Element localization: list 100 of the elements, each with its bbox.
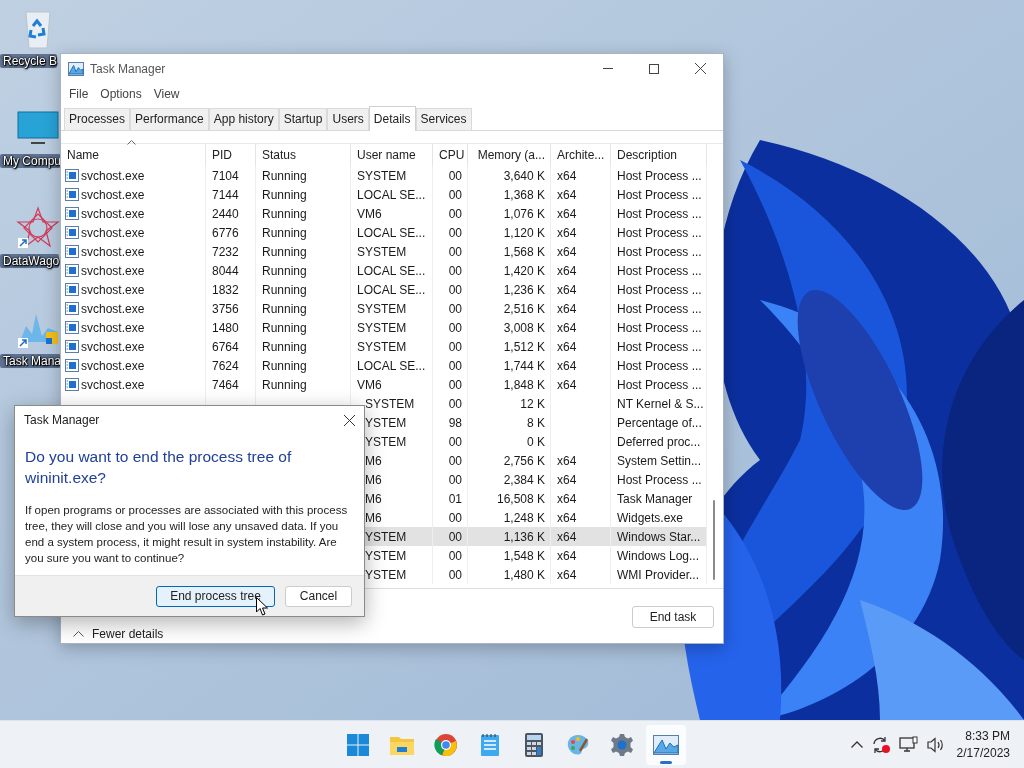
column-header[interactable]: Description <box>611 144 707 166</box>
calculator-icon <box>525 732 543 757</box>
status-text: Running <box>261 376 308 394</box>
tab[interactable]: Processes <box>64 108 131 130</box>
user-name: LOCAL SE... <box>356 357 427 375</box>
scrollbar-thumb[interactable] <box>713 500 715 580</box>
cpu-value: 00 <box>447 395 463 413</box>
cpu-value: 00 <box>447 167 463 185</box>
fewer-details-link[interactable]: Fewer details <box>92 627 164 641</box>
process-name: svchost.exe <box>80 319 146 337</box>
process-name: svchost.exe <box>80 167 146 185</box>
taskbar-app[interactable] <box>646 724 686 765</box>
cpu-value: 00 <box>447 528 463 546</box>
start-icon <box>346 732 370 757</box>
status-text: Running <box>261 300 308 318</box>
cpu-value: 00 <box>447 300 463 318</box>
architecture-value: x64 <box>556 281 578 299</box>
program-icon <box>65 378 79 391</box>
memory-value: 1,744 K <box>502 357 546 375</box>
cpu-value: 00 <box>447 205 463 223</box>
column-header[interactable]: PID <box>206 144 256 166</box>
description-text: Host Process ... <box>616 205 703 223</box>
clock-time[interactable]: 8:33 PM <box>965 727 1010 745</box>
tab[interactable]: Details <box>368 106 416 131</box>
program-icon <box>65 207 79 220</box>
description-text: Host Process ... <box>616 281 703 299</box>
user-name: LOCAL SE... <box>356 262 427 280</box>
user-name: M6 <box>364 490 383 508</box>
confirm-button[interactable]: End process tree <box>156 585 275 607</box>
cancel-button[interactable]: Cancel <box>285 585 352 607</box>
chevron-up-icon[interactable] <box>73 631 84 637</box>
user-name: VM6 <box>356 376 383 394</box>
status-text: Running <box>261 319 308 337</box>
chart-icon <box>68 61 84 76</box>
program-icon <box>65 264 79 277</box>
memory-value: 1,236 K <box>502 281 546 299</box>
architecture-value: x64 <box>556 452 578 470</box>
column-header[interactable]: Memory (a... <box>468 144 551 166</box>
architecture-value: x64 <box>556 224 578 242</box>
tab[interactable]: Performance <box>130 108 209 130</box>
memory-value: 1,512 K <box>502 338 546 356</box>
memory-value: 1,480 K <box>502 566 546 584</box>
cpu-value: 00 <box>447 224 463 242</box>
cpu-value: 00 <box>447 338 463 356</box>
end-task-button[interactable]: End task <box>632 606 714 628</box>
cpu-value: 00 <box>447 566 463 584</box>
column-header[interactable]: CPU <box>433 144 468 166</box>
memory-value: 1,136 K <box>502 528 546 546</box>
description-text: Host Process ... <box>616 243 703 261</box>
status-text: Running <box>261 205 308 223</box>
tab[interactable]: Users <box>327 108 369 130</box>
network-icon[interactable] <box>898 735 919 754</box>
sync-icon[interactable] <box>870 735 891 754</box>
clock-date[interactable]: 2/17/2023 <box>956 744 1010 762</box>
memory-value: 8 K <box>526 414 546 432</box>
process-name: svchost.exe <box>80 205 146 223</box>
desktop-icon-label[interactable]: DataWago <box>0 254 60 268</box>
architecture-value: x64 <box>556 509 578 527</box>
architecture-value: x64 <box>556 262 578 280</box>
process-name: svchost.exe <box>80 300 146 318</box>
tab[interactable]: Startup <box>278 108 328 130</box>
status-text: Running <box>261 167 308 185</box>
tab[interactable]: Services <box>415 108 472 130</box>
window-title: Task Manager <box>90 61 167 76</box>
column-header[interactable]: User name <box>351 144 433 166</box>
maximize-icon <box>649 63 659 74</box>
status-text: Running <box>261 243 308 261</box>
user-name: YSTEM <box>364 433 408 451</box>
cpu-value: 00 <box>447 281 463 299</box>
menu-item[interactable]: Options <box>94 87 148 101</box>
volume-icon[interactable] <box>926 736 945 753</box>
user-name: SYSTEM <box>356 338 408 356</box>
cpu-value: 00 <box>447 471 463 489</box>
palette-icon <box>566 732 590 757</box>
user-name: YSTEM <box>364 528 408 546</box>
user-name: SYSTEM <box>356 319 408 337</box>
pid-value: 2440 <box>211 205 240 223</box>
description-text: Host Process ... <box>616 319 703 337</box>
cpu-value: 00 <box>447 186 463 204</box>
column-header[interactable]: Archite... <box>551 144 611 166</box>
close-icon <box>694 63 706 74</box>
chevron-up-icon[interactable] <box>850 741 863 748</box>
menu-item[interactable]: View <box>147 87 186 101</box>
close-icon <box>343 414 355 426</box>
pid-value: 7232 <box>211 243 240 261</box>
tab[interactable]: App history <box>208 108 279 130</box>
pid-value: 3756 <box>211 300 240 318</box>
description-text: Host Process ... <box>616 471 703 489</box>
cpu-value: 00 <box>447 243 463 261</box>
status-text: Running <box>261 281 308 299</box>
pid-value: 7464 <box>211 376 240 394</box>
column-header[interactable]: Status <box>256 144 351 166</box>
user-name: YSTEM <box>364 414 408 432</box>
description-text: Deferred proc... <box>616 433 702 451</box>
minimize-icon <box>603 68 613 69</box>
column-header[interactable]: Name <box>61 144 206 166</box>
memory-value: 2,384 K <box>502 471 546 489</box>
menu-item[interactable]: File <box>63 87 95 101</box>
cpu-value: 00 <box>447 452 463 470</box>
cpu-value: 00 <box>447 319 463 337</box>
